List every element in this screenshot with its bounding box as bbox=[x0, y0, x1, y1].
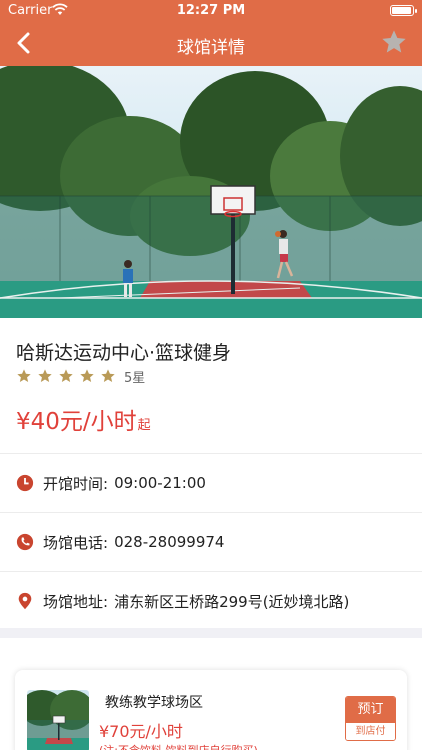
star-icon bbox=[38, 369, 52, 382]
location-pin-icon bbox=[18, 592, 32, 610]
status-bar: Carrier 12:27 PM bbox=[0, 0, 422, 22]
book-button[interactable]: 预订 到店付 bbox=[345, 696, 396, 741]
address-value: 浦东新区王桥路299号(近妙境北路) bbox=[114, 592, 350, 611]
opening-hours-value: 09:00-21:00 bbox=[114, 474, 206, 492]
venue-name: 哈斯达运动中心·篮球健身 bbox=[16, 342, 232, 364]
address-row[interactable]: 场馆地址: 浦东新区王桥路299号(近妙境北路) bbox=[0, 572, 422, 630]
star-icon bbox=[101, 369, 115, 382]
court-note: (注:不含饮料,饮料到店自行购买) bbox=[99, 742, 258, 750]
court-card[interactable]: 教练教学球场区 ¥70元/小时 (注:不含饮料,饮料到店自行购买) 预订 到店付 bbox=[15, 670, 407, 750]
phone-row[interactable]: 场馆电话: 028-28099974 bbox=[0, 513, 422, 571]
info-label: 场馆电话: bbox=[43, 533, 109, 552]
rating-text: 5星 bbox=[124, 370, 146, 386]
page-title: 球馆详情 bbox=[177, 38, 245, 58]
opening-hours-row: 开馆时间: 09:00-21:00 bbox=[0, 454, 422, 512]
price-value: ¥40元/小时 bbox=[16, 409, 137, 435]
battery-icon bbox=[390, 5, 417, 16]
phone-icon bbox=[16, 533, 34, 551]
book-label[interactable]: 预订 bbox=[346, 697, 395, 723]
court-price: ¥70元/小时 bbox=[99, 722, 183, 741]
court-name: 教练教学球场区 bbox=[105, 695, 203, 711]
info-label: 场馆地址: bbox=[43, 592, 109, 611]
section-separator bbox=[0, 628, 422, 638]
price-suffix: 起 bbox=[137, 418, 151, 433]
venue-photo bbox=[0, 66, 422, 318]
rating-stars: 5星 bbox=[16, 368, 146, 386]
favorite-star-icon[interactable] bbox=[380, 28, 408, 56]
star-icon bbox=[17, 369, 31, 382]
pay-at-venue-label: 到店付 bbox=[346, 723, 395, 740]
star-icon bbox=[59, 369, 73, 382]
status-time: 12:27 PM bbox=[176, 3, 246, 18]
info-label: 开馆时间: bbox=[43, 474, 109, 493]
navigation-bar: 球馆详情 bbox=[0, 22, 422, 66]
court-thumbnail bbox=[27, 690, 89, 750]
clock-icon bbox=[16, 474, 34, 492]
venue-price: ¥40元/小时起 bbox=[16, 402, 151, 436]
star-icon bbox=[80, 369, 94, 382]
phone-value[interactable]: 028-28099974 bbox=[114, 533, 224, 551]
